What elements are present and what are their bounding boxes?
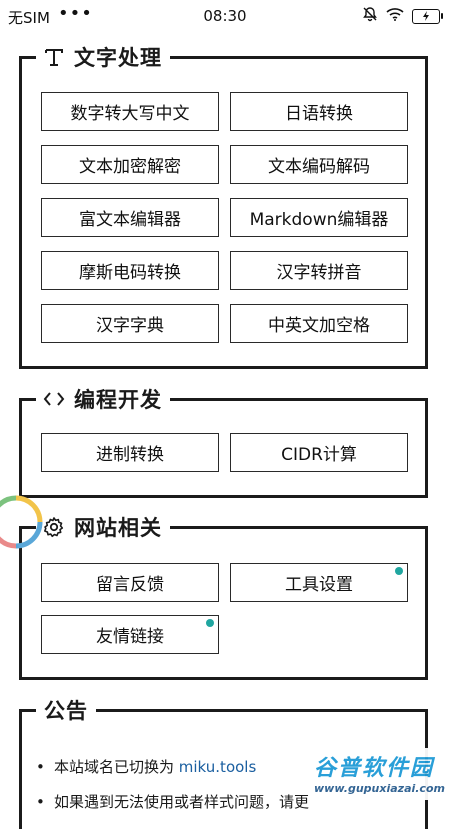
new-badge-dot [395, 567, 403, 575]
battery-charging-icon [412, 8, 443, 24]
btn-feedback[interactable]: 留言反馈 [41, 563, 219, 602]
notice-text: 如果遇到无法使用或者样式问题，请更 [54, 793, 310, 811]
btn-hanzi-dictionary[interactable]: 汉字字典 [41, 304, 219, 343]
btn-text-encode[interactable]: 文本编码解码 [230, 145, 408, 184]
btn-text-encrypt[interactable]: 文本加密解密 [41, 145, 219, 184]
section-title-label: 网站相关 [74, 516, 162, 540]
section-title-label: 文字处理 [74, 46, 162, 70]
watermark-url: www.gupuxiazai.com [314, 782, 445, 795]
btn-friend-links[interactable]: 友情链接 [41, 615, 219, 654]
btn-rich-text-editor[interactable]: 富文本编辑器 [41, 198, 219, 237]
btn-morse-code[interactable]: 摩斯电码转换 [41, 251, 219, 290]
domain-link[interactable]: miku.tools [179, 758, 257, 776]
btn-hanzi-to-pinyin[interactable]: 汉字转拼音 [230, 251, 408, 290]
section-site: 网站相关 留言反馈 工具设置 友情链接 [19, 510, 428, 680]
code-icon [42, 387, 66, 411]
watermark: 谷普软件园 www.gupuxiazai.com [310, 748, 450, 800]
section-title-dev: 编程开发 [36, 382, 170, 416]
status-bar: 无SIM ••• 08:30 [0, 0, 450, 32]
section-programming: 编程开发 进制转换 CIDR计算 [19, 382, 428, 498]
btn-label: 工具设置 [285, 575, 353, 595]
watermark-logo: 谷普软件园 [314, 756, 435, 781]
section-text-processing: 文字处理 数字转大写中文 日语转换 文本加密解密 文本编码解码 富文本编辑器 M… [19, 40, 428, 369]
new-badge-dot [206, 619, 214, 627]
btn-markdown-editor[interactable]: Markdown编辑器 [230, 198, 408, 237]
btn-tool-settings[interactable]: 工具设置 [230, 563, 408, 602]
bullet-icon: • [36, 793, 45, 811]
btn-cidr-calc[interactable]: CIDR计算 [230, 433, 408, 472]
bullet-icon: • [36, 758, 45, 776]
section-title-site: 网站相关 [36, 510, 170, 544]
btn-japanese-convert[interactable]: 日语转换 [230, 92, 408, 131]
btn-cn-en-spacing[interactable]: 中英文加空格 [230, 304, 408, 343]
refresh-spinner-icon [0, 492, 46, 552]
btn-number-to-chinese[interactable]: 数字转大写中文 [41, 92, 219, 131]
wifi-icon [386, 7, 404, 25]
notice-text: 本站域名已切换为 [54, 758, 179, 776]
text-icon [42, 45, 66, 69]
btn-base-convert[interactable]: 进制转换 [41, 433, 219, 472]
mute-bell-icon [362, 6, 378, 26]
status-icons [362, 6, 443, 26]
section-title-notice: 公告 [36, 693, 96, 727]
btn-label: 友情链接 [96, 627, 164, 647]
section-title-label: 编程开发 [74, 388, 162, 412]
section-title-label: 公告 [44, 699, 88, 723]
section-title-text: 文字处理 [36, 40, 170, 74]
